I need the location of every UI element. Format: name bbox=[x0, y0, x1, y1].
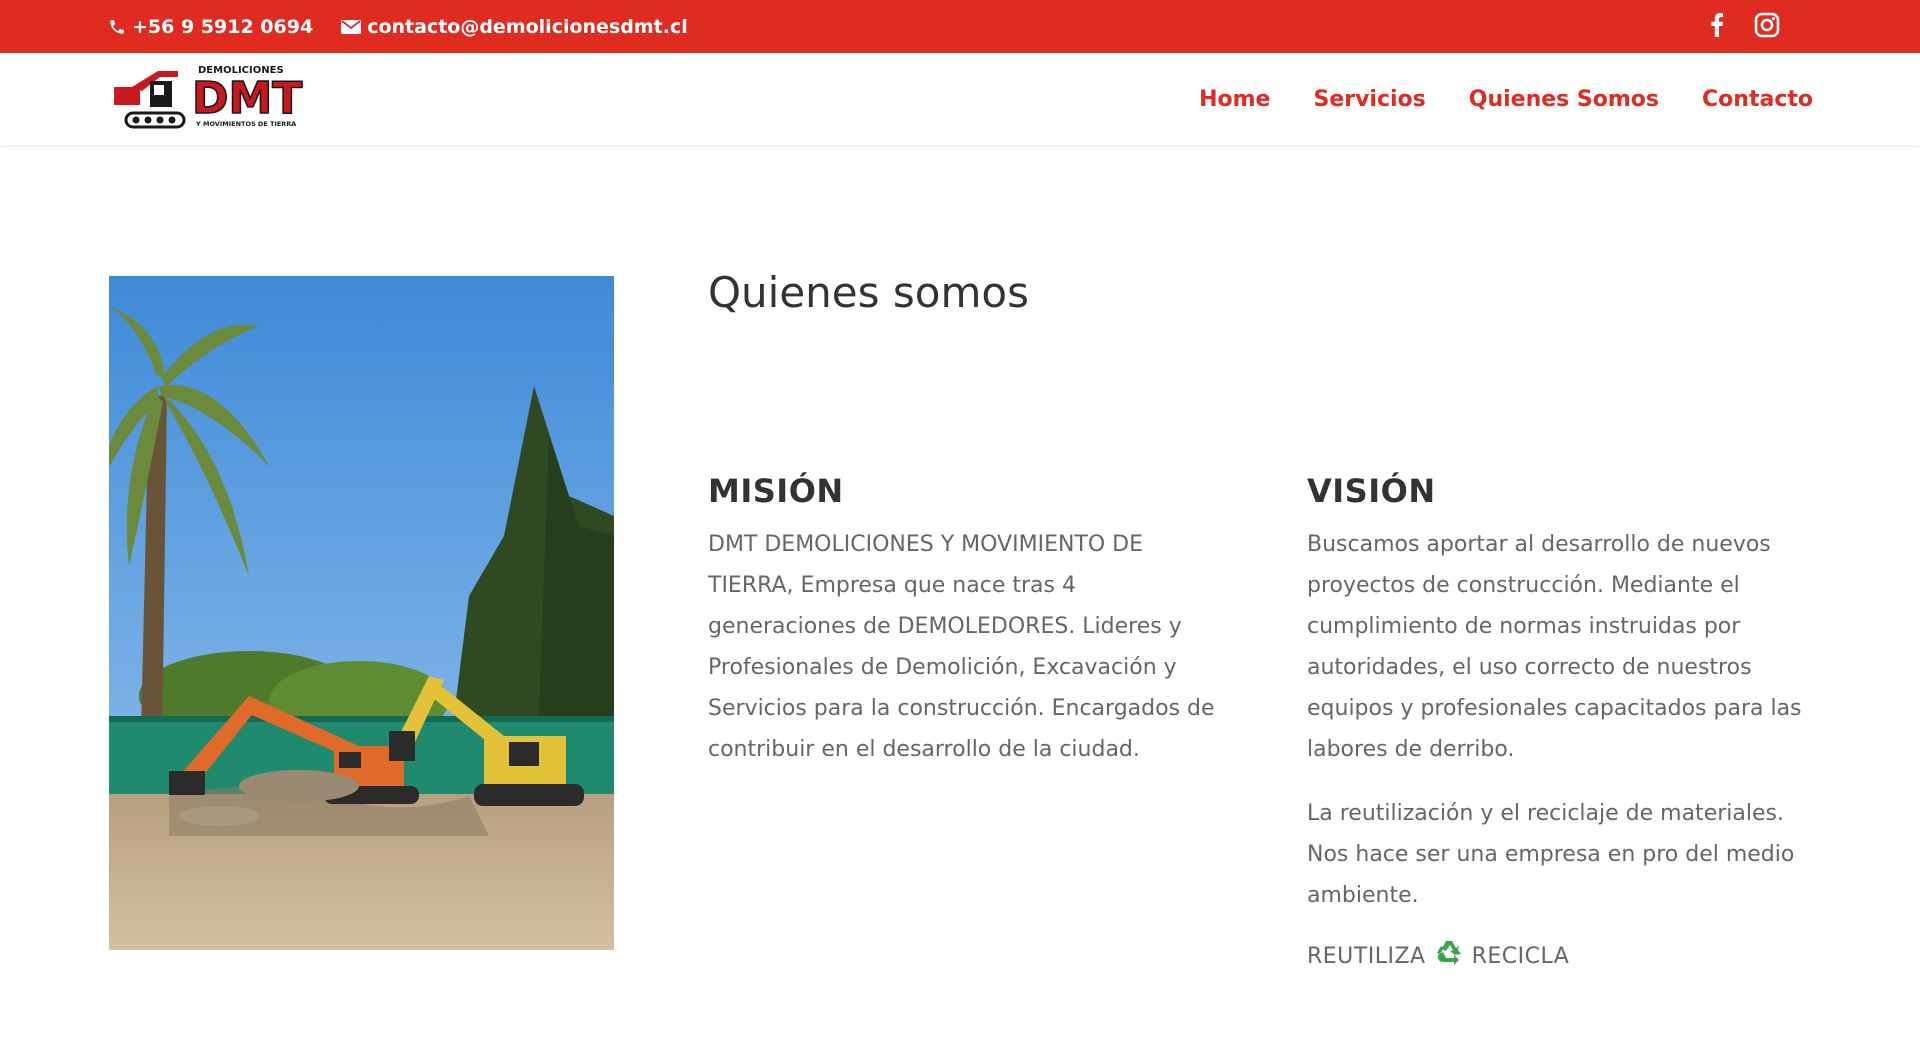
nav-quienes-somos[interactable]: Quienes Somos bbox=[1469, 87, 1659, 112]
top-bar: +56 9 5912 0694 contacto@demolicionesdmt… bbox=[0, 0, 1920, 53]
svg-text:Y MOVIMIENTOS DE TIERRA: Y MOVIMIENTOS DE TIERRA bbox=[195, 120, 296, 128]
mision-section: MISIÓN DMT DEMOLICIONES Y MOVIMIENTO DE … bbox=[708, 472, 1228, 770]
nav-contacto[interactable]: Contacto bbox=[1702, 87, 1813, 112]
svg-text:DMT: DMT bbox=[192, 73, 302, 124]
main-nav: Home Servicios Quienes Somos Contacto bbox=[1199, 53, 1813, 145]
vision-paragraph-1: Buscamos aportar al desarrollo de nuevos… bbox=[1307, 532, 1802, 762]
mail-icon bbox=[341, 19, 362, 35]
recycle-icon bbox=[1434, 938, 1464, 974]
vision-section: VISIÓN Buscamos aportar al desarrollo de… bbox=[1307, 472, 1827, 974]
slogan-left: REUTILIZA bbox=[1307, 943, 1426, 969]
slogan-right: RECICLA bbox=[1471, 943, 1570, 969]
vision-heading: VISIÓN bbox=[1307, 472, 1436, 510]
email-address: contacto@demolicionesdmt.cl bbox=[367, 15, 688, 38]
facebook-icon[interactable] bbox=[1710, 12, 1724, 41]
instagram-icon[interactable] bbox=[1754, 12, 1780, 42]
email-link[interactable]: contacto@demolicionesdmt.cl bbox=[341, 16, 688, 38]
slogan: REUTILIZA RECICLA bbox=[1307, 938, 1827, 974]
phone-link[interactable]: +56 9 5912 0694 bbox=[108, 16, 313, 38]
company-logo[interactable]: DEMOLICIONES DMT Y MOVIMIENTOS DE TIERRA bbox=[112, 63, 312, 137]
phone-icon bbox=[108, 18, 126, 36]
mision-heading: MISIÓN bbox=[708, 472, 844, 510]
nav-servicios[interactable]: Servicios bbox=[1313, 87, 1425, 112]
mision-text: DMT DEMOLICIONES Y MOVIMIENTO DE TIERRA,… bbox=[708, 532, 1215, 762]
social-links bbox=[1710, 0, 1780, 53]
excavators-photo bbox=[109, 276, 614, 950]
vision-paragraph-2: La reutilización y el reciclaje de mater… bbox=[1307, 801, 1795, 908]
nav-home[interactable]: Home bbox=[1199, 87, 1270, 112]
phone-number: +56 9 5912 0694 bbox=[132, 15, 314, 38]
page-title: Quienes somos bbox=[708, 268, 1029, 317]
top-contact-info: +56 9 5912 0694 contacto@demolicionesdmt… bbox=[108, 0, 688, 53]
site-header: DEMOLICIONES DMT Y MOVIMIENTOS DE TIERRA… bbox=[0, 53, 1920, 145]
excavator-logo-icon bbox=[114, 71, 186, 129]
